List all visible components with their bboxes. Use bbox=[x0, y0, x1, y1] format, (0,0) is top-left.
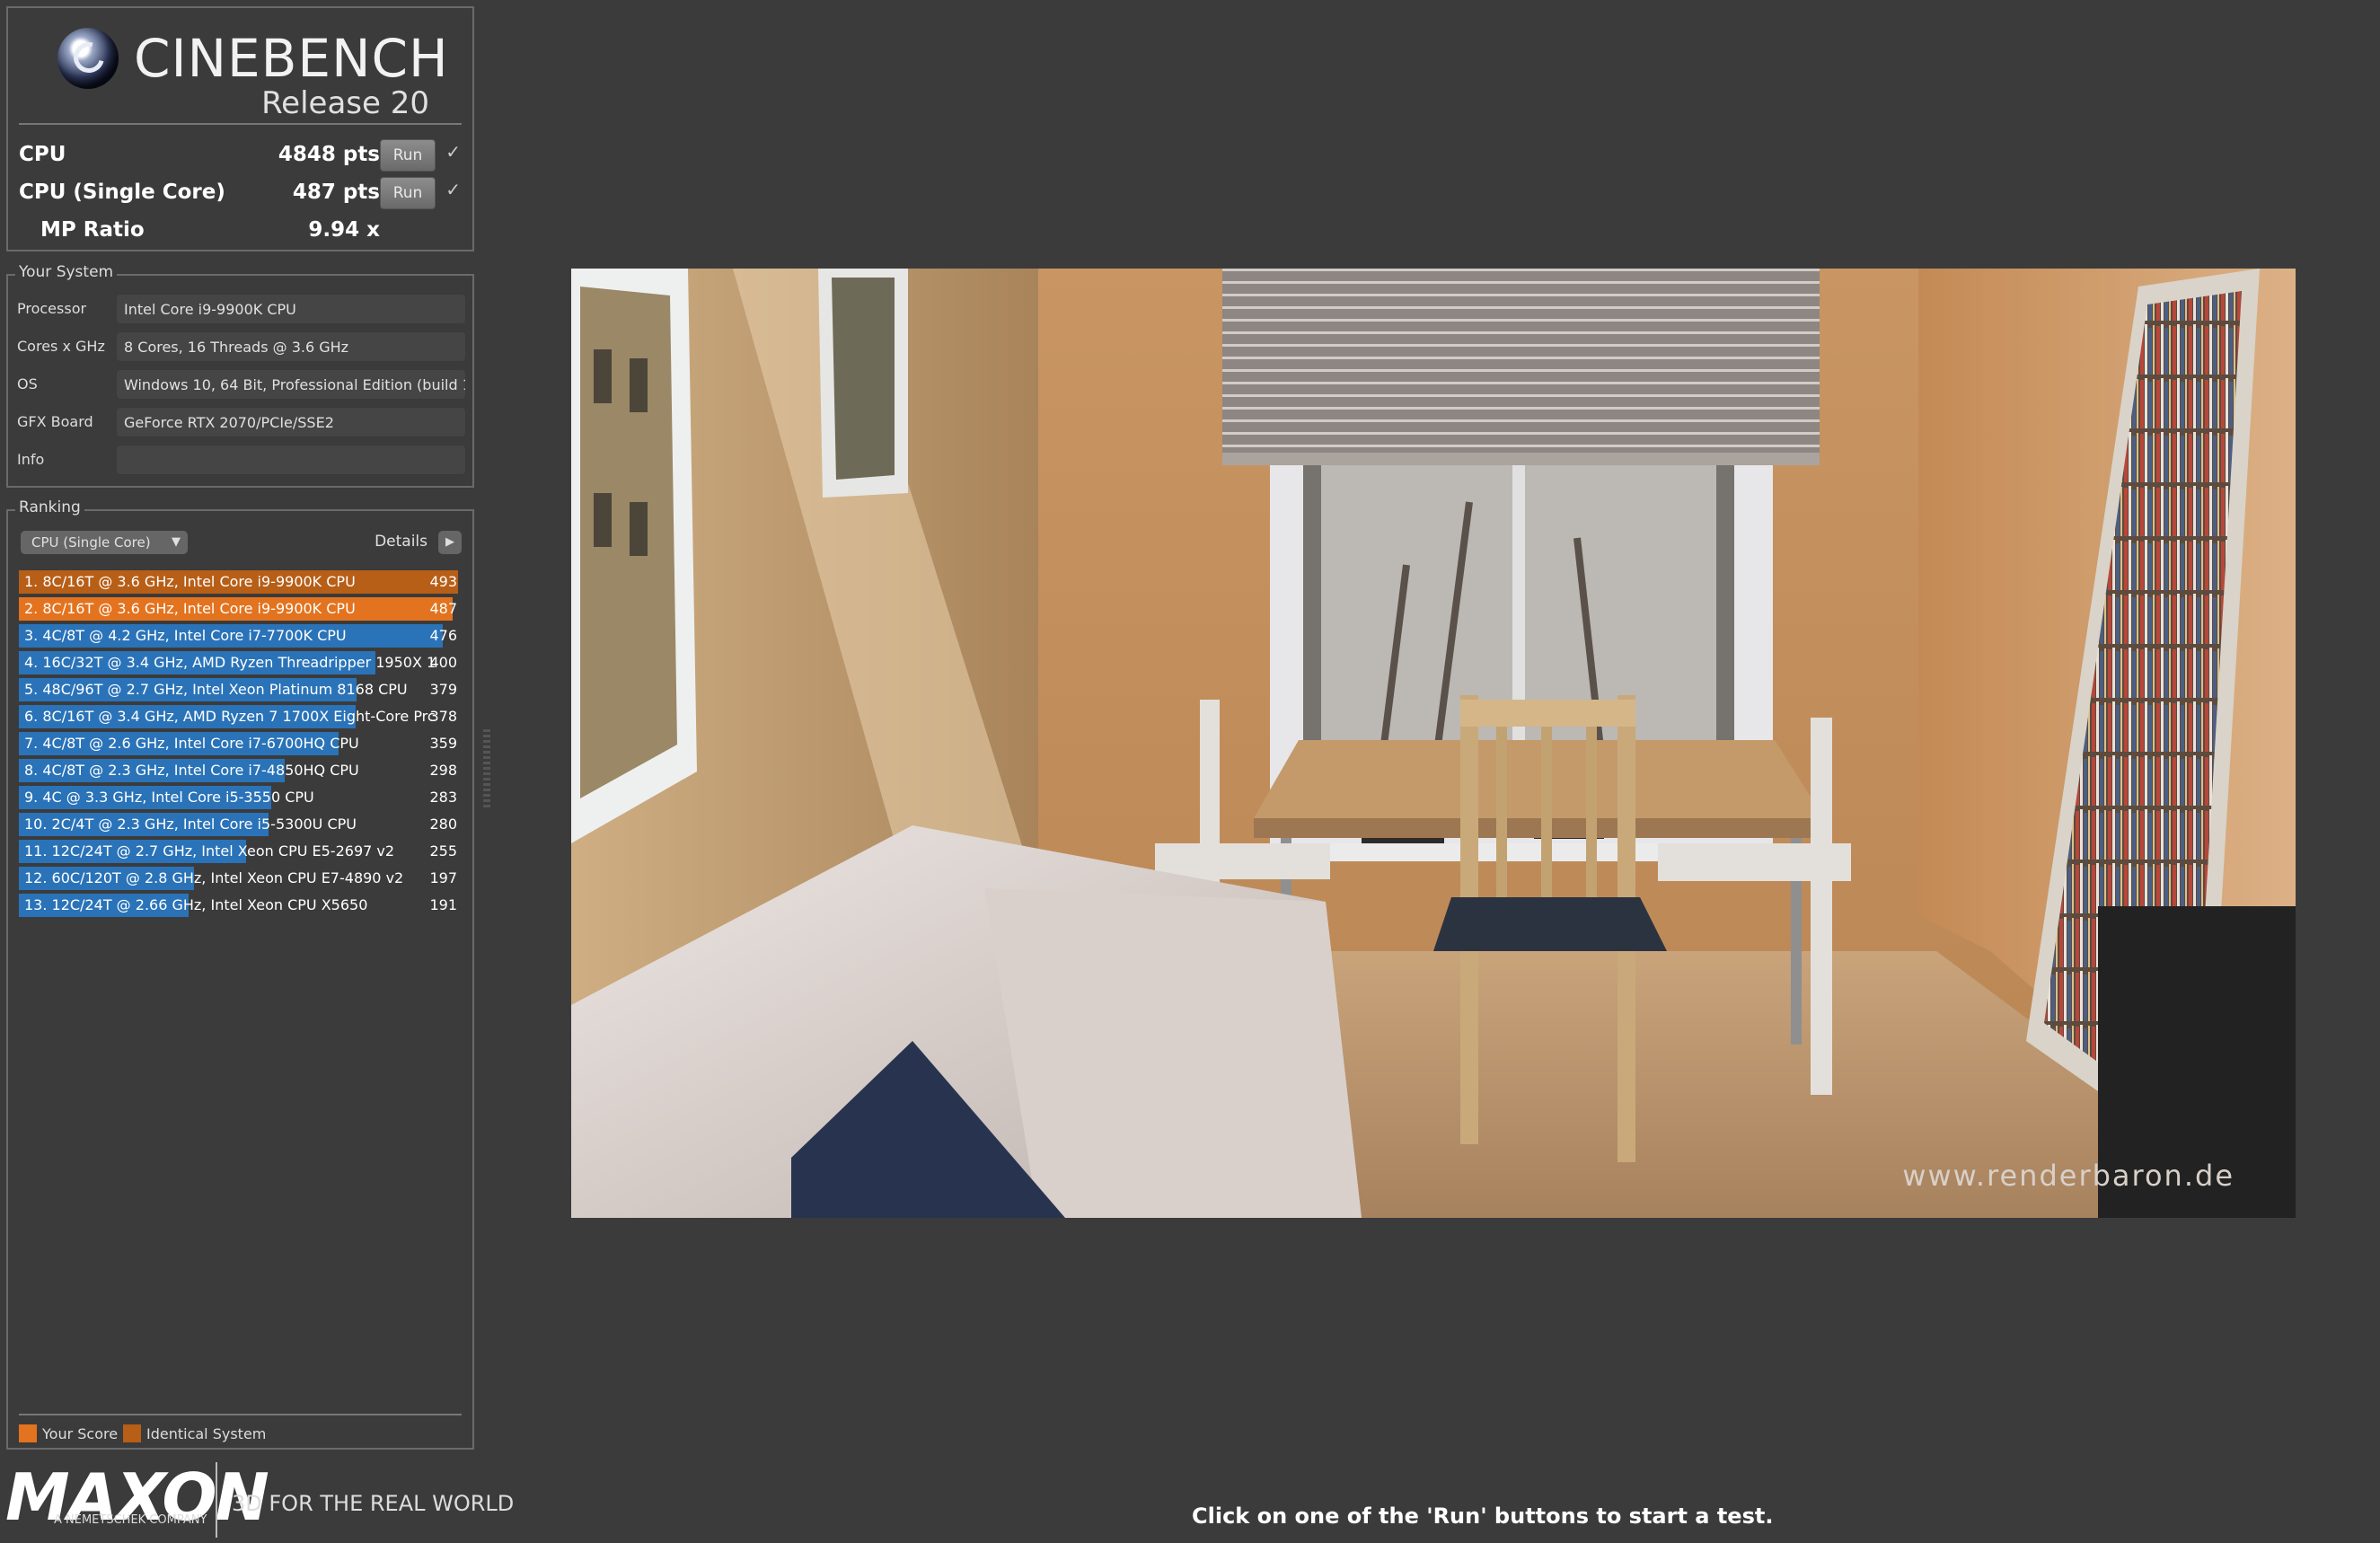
ranking-score: 197 bbox=[429, 869, 457, 886]
tagline: 3D FOR THE REAL WORLD bbox=[232, 1491, 515, 1516]
ranking-score: 298 bbox=[429, 762, 457, 779]
release-label: Release 20 bbox=[261, 85, 429, 121]
ranking-score: 378 bbox=[429, 708, 457, 725]
header-panel: CINEBENCH Release 20 CPU 4848 pts Run ✓ … bbox=[6, 6, 474, 251]
system-row-gfx: GFX Board GeForce RTX 2070/PCIe/SSE2 bbox=[17, 407, 466, 437]
ranking-label: 9. 4C @ 3.3 GHz, Intel Core i5-3550 CPU bbox=[24, 789, 314, 806]
legend-your-score: Your Score bbox=[19, 1424, 118, 1442]
divider bbox=[216, 1462, 217, 1538]
cores-field[interactable]: 8 Cores, 16 Threads @ 3.6 GHz bbox=[116, 331, 466, 362]
ranking-label: 7. 4C/8T @ 2.6 GHz, Intel Core i7-6700HQ… bbox=[24, 735, 359, 752]
score-value: 9.94 x bbox=[308, 218, 380, 242]
system-panel: Your System Processor Intel Core i9-9900… bbox=[6, 263, 474, 488]
ranking-row[interactable]: 4. 16C/32T @ 3.4 GHz, AMD Ryzen Threadri… bbox=[19, 651, 464, 675]
ranking-row[interactable]: 11. 12C/24T @ 2.7 GHz, Intel Xeon CPU E5… bbox=[19, 840, 464, 863]
run-single-core-button[interactable]: Run bbox=[380, 177, 436, 209]
status-message: Click on one of the 'Run' buttons to sta… bbox=[1192, 1503, 1774, 1529]
legend-label: Identical System bbox=[146, 1425, 267, 1442]
ranking-score: 280 bbox=[429, 816, 457, 833]
score-label: CPU bbox=[19, 143, 66, 166]
app-title: CINEBENCH bbox=[134, 28, 449, 89]
legend-label: Your Score bbox=[42, 1425, 119, 1442]
ranking-label: 6. 8C/16T @ 3.4 GHz, AMD Ryzen 7 1700X E… bbox=[24, 708, 436, 725]
legend-identical-system: Identical System bbox=[123, 1424, 266, 1442]
render-image bbox=[571, 269, 2296, 1218]
ranking-panel-title: Ranking bbox=[15, 498, 84, 516]
ranking-row[interactable]: 1. 8C/16T @ 3.6 GHz, Intel Core i9-9900K… bbox=[19, 570, 464, 594]
system-row-info: Info bbox=[17, 445, 466, 475]
ranking-row[interactable]: 2. 8C/16T @ 3.6 GHz, Intel Core i9-9900K… bbox=[19, 597, 464, 621]
maxon-logo-subtitle: A NEMETSCHEK COMPANY bbox=[54, 1513, 207, 1527]
ranking-row[interactable]: 12. 60C/120T @ 2.8 GHz, Intel Xeon CPU E… bbox=[19, 867, 464, 890]
details-label: Details bbox=[375, 533, 428, 551]
ranking-score: 359 bbox=[429, 735, 457, 752]
ranking-label: 12. 60C/120T @ 2.8 GHz, Intel Xeon CPU E… bbox=[24, 869, 404, 886]
ranking-label: 2. 8C/16T @ 3.6 GHz, Intel Core i9-9900K… bbox=[24, 600, 356, 617]
ranking-row[interactable]: 3. 4C/8T @ 4.2 GHz, Intel Core i7-7700K … bbox=[19, 624, 464, 648]
render-watermark: www.renderbaron.de bbox=[1902, 1159, 2235, 1193]
system-key: Cores x GHz bbox=[17, 338, 105, 355]
score-row-cpu: CPU 4848 pts Run ✓ bbox=[19, 137, 468, 173]
divider bbox=[19, 123, 462, 125]
ranking-score: 255 bbox=[429, 842, 457, 860]
ranking-row[interactable]: 6. 8C/16T @ 3.4 GHz, AMD Ryzen 7 1700X E… bbox=[19, 705, 464, 728]
ranking-panel: Ranking CPU (Single Core) ▼ Details ▶ 1.… bbox=[6, 498, 474, 1450]
system-key: Info bbox=[17, 451, 45, 468]
gfx-field[interactable]: GeForce RTX 2070/PCIe/SSE2 bbox=[116, 407, 466, 437]
system-key: Processor bbox=[17, 300, 87, 317]
run-cpu-button[interactable]: Run bbox=[380, 139, 436, 172]
processor-field[interactable]: Intel Core i9-9900K CPU bbox=[116, 294, 466, 324]
system-panel-title: Your System bbox=[15, 263, 118, 281]
panel-splitter-handle[interactable] bbox=[483, 729, 490, 810]
checkmark-icon[interactable]: ✓ bbox=[445, 141, 461, 163]
ranking-row[interactable]: 7. 4C/8T @ 2.6 GHz, Intel Core i7-6700HQ… bbox=[19, 732, 464, 755]
score-value: 487 pts bbox=[292, 181, 380, 204]
ranking-label: 8. 4C/8T @ 2.3 GHz, Intel Core i7-4850HQ… bbox=[24, 762, 359, 779]
ranking-score: 493 bbox=[429, 573, 457, 590]
ranking-label: 10. 2C/4T @ 2.3 GHz, Intel Core i5-5300U… bbox=[24, 816, 357, 833]
ranking-row[interactable]: 8. 4C/8T @ 2.3 GHz, Intel Core i7-4850HQ… bbox=[19, 759, 464, 782]
ranking-list: 1. 8C/16T @ 3.6 GHz, Intel Core i9-9900K… bbox=[19, 570, 464, 921]
swatch-your-score bbox=[19, 1424, 37, 1442]
ranking-row[interactable]: 5. 48C/96T @ 2.7 GHz, Intel Xeon Platinu… bbox=[19, 678, 464, 701]
system-row-cores: Cores x GHz 8 Cores, 16 Threads @ 3.6 GH… bbox=[17, 331, 466, 362]
system-key: GFX Board bbox=[17, 413, 93, 430]
info-field[interactable] bbox=[116, 445, 466, 475]
checkmark-icon[interactable]: ✓ bbox=[445, 179, 461, 200]
ranking-score: 400 bbox=[429, 654, 457, 671]
ranking-label: 13. 12C/24T @ 2.66 GHz, Intel Xeon CPU X… bbox=[24, 896, 368, 913]
score-row-mp-ratio: MP Ratio 9.94 x bbox=[19, 213, 468, 249]
chevron-down-icon: ▼ bbox=[172, 535, 181, 549]
score-row-single-core: CPU (Single Core) 487 pts Run ✓ bbox=[19, 175, 468, 211]
cinebench-logo-icon bbox=[57, 28, 119, 89]
system-row-os: OS Windows 10, 64 Bit, Professional Edit… bbox=[17, 369, 466, 400]
ranking-score: 379 bbox=[429, 681, 457, 698]
ranking-label: 11. 12C/24T @ 2.7 GHz, Intel Xeon CPU E5… bbox=[24, 842, 395, 860]
score-label: CPU (Single Core) bbox=[19, 181, 225, 204]
ranking-score: 487 bbox=[429, 600, 457, 617]
system-key: OS bbox=[17, 375, 38, 392]
ranking-label: 4. 16C/32T @ 3.4 GHz, AMD Ryzen Threadri… bbox=[24, 654, 436, 671]
score-label: MP Ratio bbox=[40, 218, 145, 242]
swatch-identical-system bbox=[123, 1424, 141, 1442]
ranking-label: 5. 48C/96T @ 2.7 GHz, Intel Xeon Platinu… bbox=[24, 681, 408, 698]
ranking-mode-dropdown[interactable]: CPU (Single Core) ▼ bbox=[21, 531, 188, 554]
ranking-score: 191 bbox=[429, 896, 457, 913]
divider bbox=[19, 1414, 462, 1415]
render-viewport: www.renderbaron.de bbox=[571, 269, 2296, 1218]
ranking-row[interactable]: 9. 4C @ 3.3 GHz, Intel Core i5-3550 CPU 2… bbox=[19, 786, 464, 809]
ranking-row[interactable]: 13. 12C/24T @ 2.66 GHz, Intel Xeon CPU X… bbox=[19, 894, 464, 917]
ranking-label: 1. 8C/16T @ 3.6 GHz, Intel Core i9-9900K… bbox=[24, 573, 356, 590]
ranking-row[interactable]: 10. 2C/4T @ 2.3 GHz, Intel Core i5-5300U… bbox=[19, 813, 464, 836]
os-field[interactable]: Windows 10, 64 Bit, Professional Edition… bbox=[116, 369, 466, 400]
ranking-score: 476 bbox=[429, 627, 457, 644]
details-button[interactable]: ▶ bbox=[438, 531, 462, 554]
dropdown-value: CPU (Single Core) bbox=[31, 534, 151, 551]
system-row-processor: Processor Intel Core i9-9900K CPU bbox=[17, 294, 466, 324]
ranking-score: 283 bbox=[429, 789, 457, 806]
score-value: 4848 pts bbox=[278, 143, 380, 166]
ranking-label: 3. 4C/8T @ 4.2 GHz, Intel Core i7-7700K … bbox=[24, 627, 347, 644]
